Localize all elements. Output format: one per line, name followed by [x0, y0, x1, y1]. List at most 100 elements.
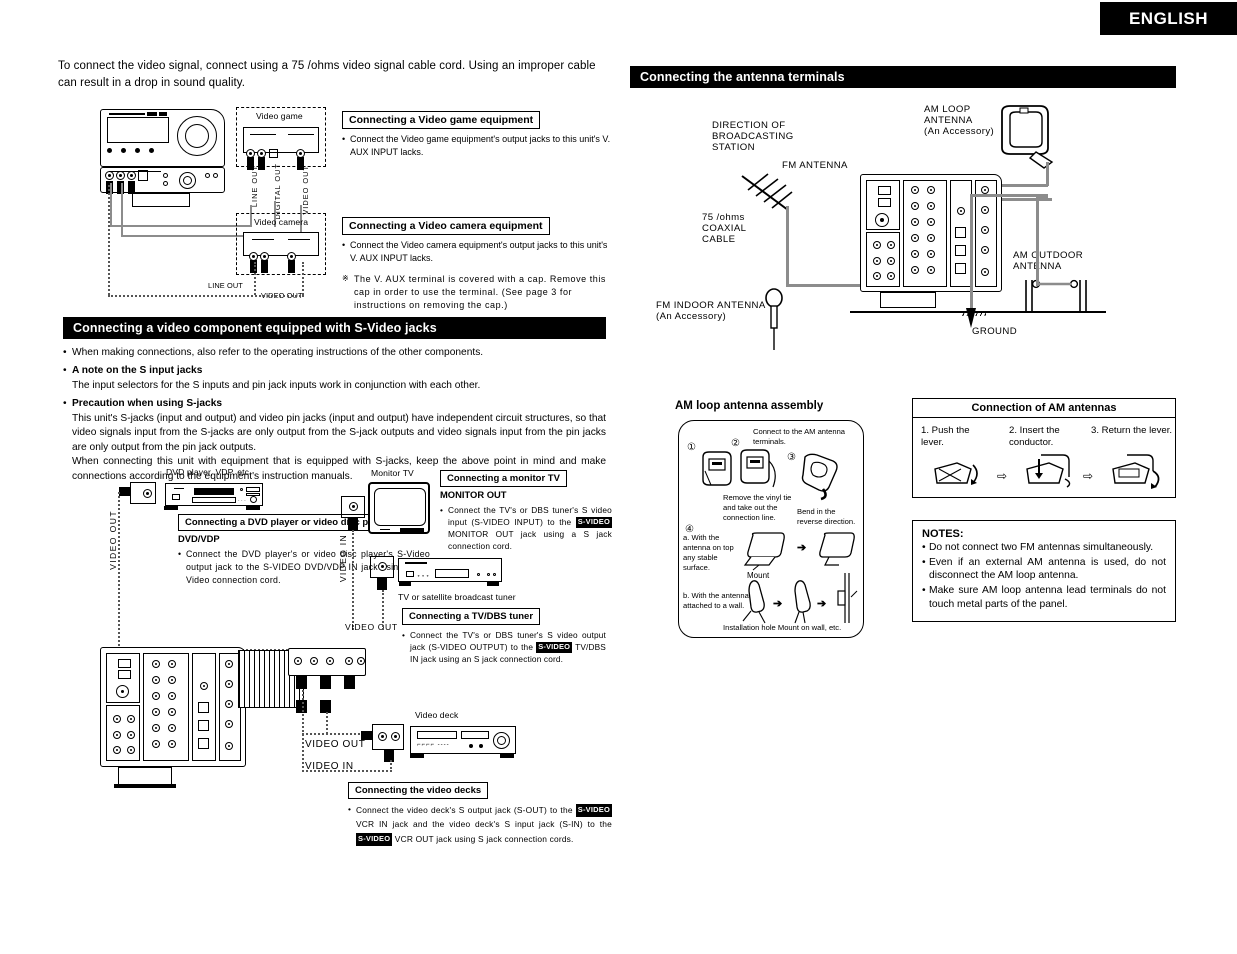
video-game-bullet: Connect the Video game equipment's outpu…	[350, 134, 611, 158]
dvd-sub: DVD/VDP	[178, 533, 220, 544]
video-deck-cable-label-0: VIDEO OUT	[305, 739, 366, 750]
svideo-item-1-text: The input selectors for the S inputs and…	[72, 379, 481, 391]
video-game-label: Video game	[256, 111, 303, 121]
svideo-section: Connecting a video component equipped wi…	[63, 317, 606, 484]
notes-item-0: Do not connect two FM antennas simultane…	[929, 542, 1154, 553]
notes-title: NOTES:	[922, 528, 964, 540]
svideo-item-1-lead: A note on the S input jacks	[72, 365, 203, 377]
am-loop-stand-icon	[743, 532, 785, 571]
am-connection-step-1: 2. Insert the conductor.	[1009, 425, 1060, 449]
bullet-dot: •	[922, 585, 926, 597]
notes-item-2: Make sure AM loop antenna lead terminals…	[929, 585, 1166, 610]
svideo-section-title: Connecting a video component equipped wi…	[63, 317, 606, 339]
insert-conductor-icon	[1026, 454, 1071, 488]
am-loop-label: AM LOOP ANTENNA (An Accessory)	[924, 104, 995, 137]
receiver-rear-panel-antenna-view	[860, 174, 1002, 292]
am-loop-step2-icon	[740, 449, 776, 488]
monitor-bullet-b: MONITOR OUT jack using a S jack connecti…	[448, 529, 612, 552]
am-connection-step-2: 3. Return the lever.	[1091, 425, 1173, 436]
assembly-step-3-text: Bend in the reverse direction.	[797, 507, 856, 526]
notes-item-1: Even if an external AM antenna is used, …	[929, 556, 1166, 582]
video-game-cable-label-0: LINE OUT	[250, 165, 259, 208]
rear-video-jack-strip	[288, 648, 366, 676]
arrow-step-2-icon: ⇨	[1083, 469, 1094, 483]
tv-dbs-svideo-jack-box	[370, 556, 394, 578]
arrow-right-icon: ➔	[773, 598, 783, 610]
svideo-item-2-text: This unit's S-jacks (input and output) a…	[72, 412, 606, 453]
monitor-device-label: Monitor TV	[371, 468, 414, 478]
antenna-terminal-block	[106, 653, 140, 703]
receiver-display	[107, 117, 169, 143]
arrow-step-1-icon: ⇨	[997, 469, 1008, 483]
assembly-connect-note: Connect to the AM antenna terminals.	[753, 427, 846, 446]
video-deck-svideo-badge-2: S-VIDEO	[356, 832, 393, 846]
bullet-dot: •	[63, 365, 67, 377]
direction-label: DIRECTION OF BROADCASTING STATION	[712, 120, 794, 153]
svideo-jack-block	[192, 653, 216, 761]
fm-yagi-antenna-icon	[741, 173, 793, 211]
intro-paragraph: To connect the video signal, connect usi…	[58, 60, 596, 89]
svideo-item-0-text: When making connections, also refer to t…	[72, 347, 484, 358]
video-camera-caption: Connecting a Video camera equipment	[342, 217, 550, 235]
tv-dbs-svideo-badge: S-VIDEO	[536, 642, 573, 654]
vaux-jack-v	[127, 171, 136, 180]
return-lever-icon	[1112, 454, 1160, 489]
bullet-dot: •	[402, 630, 405, 640]
antenna-terminal-block	[866, 180, 900, 230]
fm-indoor-label: FM INDOOR ANTENNA (An Accessory)	[656, 300, 766, 322]
antenna-section-title: Connecting the antenna terminals	[630, 66, 1176, 88]
tv-dbs-device-label: TV or satellite broadcast tuner	[398, 592, 516, 602]
receiver-front-panel	[100, 109, 225, 167]
video-game-caption-block: Connecting a Video game equipment • Conn…	[342, 110, 612, 159]
bullet-dot: •	[922, 542, 926, 553]
monitor-cable-label: VIDEO IN	[338, 534, 348, 583]
dvd-cable-label: VIDEO OUT	[108, 510, 118, 570]
bullet-dot: •	[63, 398, 67, 410]
assembly-install-note: Installation hole Mount on wall, etc.	[723, 623, 842, 632]
speaker-terminal-block	[106, 705, 140, 761]
am-loop-assembly-panel: Connect to the AM antenna terminals. ① ②…	[678, 420, 864, 638]
am-connection-title: Connection of AM antennas	[913, 399, 1175, 418]
dvd-device: · · ·	[165, 483, 263, 506]
assembly-step-12-text: Remove the vinyl tie and take out the co…	[723, 493, 792, 522]
notes-box: NOTES: • Do not connect two FM antennas …	[912, 520, 1176, 623]
left-column: To connect the video signal, connect usi…	[58, 58, 614, 91]
am-connection-step-0: 1. Push the lever.	[921, 425, 970, 449]
monitor-svideo-jack-box	[341, 496, 365, 518]
video-deck-caption: Connecting the video decks	[348, 782, 489, 799]
am-loop-wall-2-icon	[794, 580, 811, 624]
ground-rod-icon	[966, 308, 976, 328]
monitor-caption: Connecting a monitor TV	[440, 470, 567, 487]
vaux-jack-r	[116, 171, 125, 180]
input-selector-knob	[179, 172, 196, 189]
am-loop-wall-mount-icon	[837, 573, 858, 623]
arrow-right-icon: ➔	[797, 542, 807, 554]
am-loop-step1-icon	[702, 451, 732, 486]
video-game-caption: Connecting a Video game equipment	[342, 111, 541, 129]
bullet-dot: •	[342, 134, 346, 144]
tv-dbs-caption: Connecting a TV/DBS tuner	[402, 608, 541, 625]
bullet-dot: •	[348, 804, 351, 814]
video-deck-device-label: Video deck	[415, 710, 459, 720]
video-deck-bullet-b: VCR IN jack and the video deck's S input…	[356, 819, 612, 830]
video-deck-caption-block: Connecting the video decks • Connect the…	[348, 780, 612, 846]
am-connection-box: Connection of AM antennas 1. Push the le…	[912, 398, 1176, 498]
video-camera-bullet: Connect the Video camera equipment's out…	[350, 240, 608, 264]
monitor-caption-block: Connecting a monitor TV MONITOR OUT • Co…	[440, 468, 612, 552]
assembly-step-4a-text: a. With the antenna on top any stable su…	[683, 533, 734, 572]
bullet-dot: •	[440, 505, 443, 515]
am-loop-wall-1-icon	[742, 580, 766, 624]
antenna-diagram: DIRECTION OF BROADCASTING STATION FM ANT…	[630, 100, 1178, 350]
tv-dbs-device: ∘ ∘ ∘	[398, 558, 502, 582]
video-deck-bullet-a: Connect the video deck's S output jack (…	[356, 805, 573, 815]
ground-terminal	[878, 198, 891, 207]
am-loop-stand-done-icon	[819, 532, 855, 566]
assembly-step-4b-text: b. With the antenna attached to a wall.	[683, 591, 749, 610]
video-camera-label: Video camera	[254, 217, 309, 227]
video-deck-device: ⌐⌐⌐⌐ ----	[410, 726, 516, 754]
manual-page: ENGLISH To connect the video signal, con…	[0, 0, 1237, 954]
fm-indoor-antenna-icon	[765, 288, 783, 350]
svideo-item-2-lead: Precaution when using S-jacks	[72, 398, 223, 410]
input-jack-block	[143, 653, 189, 761]
am-outdoor-label: AM OUTDOOR ANTENNA	[1013, 250, 1084, 272]
